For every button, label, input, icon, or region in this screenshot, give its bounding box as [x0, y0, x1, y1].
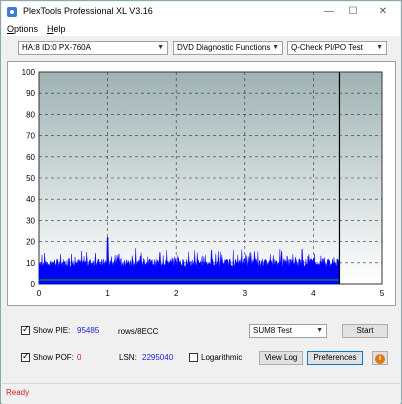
start-button[interactable]: Start	[342, 324, 388, 338]
info-button[interactable]: i	[372, 351, 388, 365]
pie-unit: rows/8ECC	[118, 327, 159, 336]
preferences-button[interactable]: Preferences	[307, 351, 363, 365]
chevron-down-icon: ▼	[316, 327, 323, 334]
show-pie-label: Show PIE:	[33, 326, 71, 335]
title-bar: PlexTools Professional XL V3.16 — ☐ ✕	[2, 2, 400, 22]
info-icon: i	[375, 354, 385, 364]
y-tick-label: 30	[26, 216, 35, 225]
pie-value: 95485	[77, 326, 100, 335]
lsn-value: 2295040	[142, 353, 174, 362]
y-tick-label: 20	[26, 238, 35, 247]
y-tick-label: 80	[26, 110, 35, 119]
drive-select[interactable]: HA:8 ID:0 PX-760A ▼	[18, 41, 168, 55]
status-bar: Ready	[2, 383, 400, 404]
x-tick-label: 1	[105, 289, 110, 298]
test-select-value: Q-Check PI/PO Test	[291, 43, 363, 52]
menu-options[interactable]: Options	[7, 24, 38, 34]
x-tick-label: 4	[311, 289, 316, 298]
x-tick-label: 3	[243, 289, 248, 298]
y-tick-label: 60	[26, 153, 35, 162]
pipo-chart: 0 10 20 30 40 50 60 70 80 90 100 0 1 2 3 4 5	[22, 68, 385, 298]
plot-area	[38, 71, 383, 285]
pof-value: 0	[77, 353, 82, 362]
bottom-panel: Show PIE: 95485 rows/8ECC SUM8 Test ▼ St…	[2, 316, 400, 376]
test-select[interactable]: Q-Check PI/PO Test ▼	[287, 41, 387, 55]
window-title: PlexTools Professional XL V3.16	[23, 6, 153, 16]
close-button[interactable]: ✕	[372, 4, 394, 19]
x-tick-label: 0	[37, 289, 42, 298]
maximize-button[interactable]: ☐	[342, 4, 364, 19]
y-tick-label: 70	[26, 132, 35, 141]
y-tick-label: 40	[26, 195, 35, 204]
status-text: Ready	[6, 388, 30, 397]
lsn-label: LSN:	[119, 353, 137, 362]
y-tick-label: 90	[26, 89, 35, 98]
mode-select[interactable]: SUM8 Test ▼	[249, 324, 327, 338]
show-pie-checkbox[interactable]	[21, 324, 30, 335]
show-pof-checkbox[interactable]	[21, 351, 30, 362]
chart-frame: 0 10 20 30 40 50 60 70 80 90 100 0 1 2 3 4 5	[7, 61, 396, 306]
drive-select-value: HA:8 ID:0 PX-760A	[22, 43, 91, 52]
y-tick-label: 10	[26, 259, 35, 268]
app-icon	[7, 7, 17, 17]
y-tick-label: 50	[26, 174, 35, 183]
mode-select-value: SUM8 Test	[253, 326, 292, 335]
view-log-button[interactable]: View Log	[259, 351, 303, 365]
chevron-down-icon: ▼	[272, 44, 279, 51]
y-tick-label: 0	[31, 280, 36, 289]
y-tick-label: 100	[22, 68, 36, 77]
chevron-down-icon: ▼	[376, 44, 383, 51]
x-tick-label: 2	[174, 289, 179, 298]
chevron-down-icon: ▼	[157, 44, 164, 51]
menu-bar: Options Help	[2, 22, 400, 36]
logarithmic-checkbox[interactable]	[189, 353, 198, 362]
show-pof-label: Show POF:	[33, 353, 74, 362]
menu-help[interactable]: Help	[47, 24, 66, 34]
x-tick-label: 5	[380, 289, 385, 298]
function-select[interactable]: DVD Diagnostic Functions ▼	[173, 41, 283, 55]
logarithmic-label: Logarithmic	[201, 353, 243, 362]
minimize-button[interactable]: —	[318, 4, 340, 19]
app-window: PlexTools Professional XL V3.16 — ☐ ✕ Op…	[0, 0, 402, 404]
function-select-value: DVD Diagnostic Functions	[177, 43, 271, 52]
